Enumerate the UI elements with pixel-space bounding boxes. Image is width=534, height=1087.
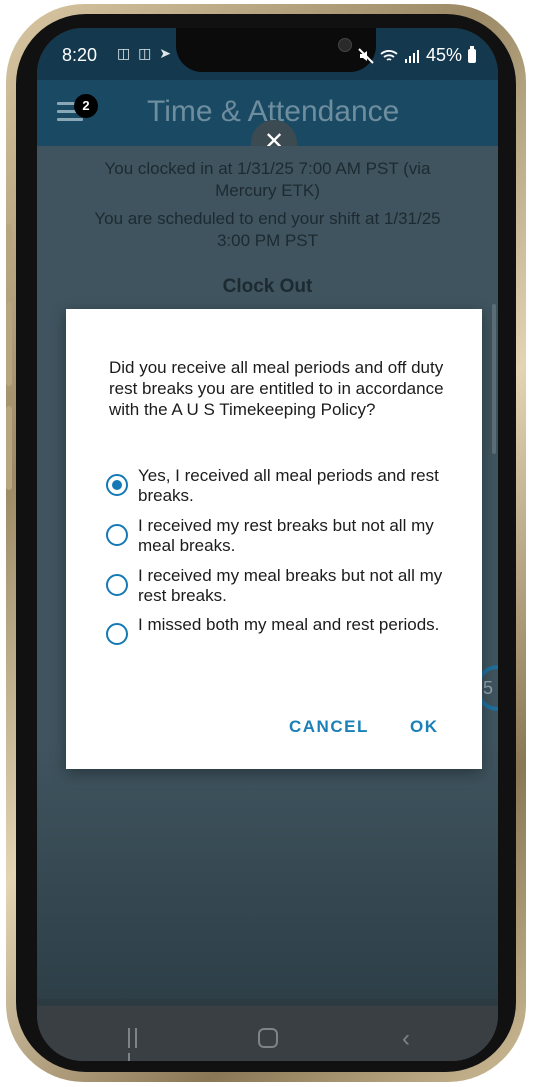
option-label: I received my rest breaks but not all my… [138, 516, 434, 555]
content-gradient [37, 746, 498, 1006]
scrollbar[interactable] [492, 304, 496, 454]
side-button [6, 224, 12, 266]
camera-notch [176, 28, 376, 72]
ok-button[interactable]: OK [410, 717, 439, 737]
radio-unselected-icon[interactable] [106, 524, 128, 546]
mute-icon [358, 47, 374, 64]
camera-icon [338, 38, 352, 52]
side-button [6, 302, 12, 386]
radio-unselected-icon[interactable] [106, 623, 128, 645]
notification-badge: 2 [74, 94, 98, 118]
radio-unselected-icon[interactable] [106, 574, 128, 596]
option-missed-both[interactable]: I missed both my meal and rest periods. [106, 615, 456, 645]
meal-break-dialog: Did you receive all meal periods and off… [66, 309, 482, 769]
radio-selected-icon[interactable] [106, 474, 128, 496]
option-missed-meal[interactable]: I received my rest breaks but not all my… [106, 516, 456, 556]
dialog-question: Did you receive all meal periods and off… [109, 358, 444, 419]
phone-screen: 8:20 ◫ ◫ ➤ • 45% 2 Time & Attendance ✕ Y… [37, 28, 498, 1061]
back-icon[interactable]: ‹ [402, 1025, 410, 1053]
clock-in-info: You clocked in at 1/31/25 7:00 AM PST (v… [104, 159, 431, 178]
clock-out-heading: Clock Out [222, 276, 313, 297]
option-label: I missed both my meal and rest periods. [138, 615, 440, 634]
app-bar: 2 Time & Attendance ✕ [37, 80, 498, 166]
recent-apps-icon[interactable] [128, 1028, 148, 1061]
option-missed-rest[interactable]: I received my meal breaks but not all my… [106, 566, 456, 606]
home-icon[interactable] [258, 1028, 278, 1048]
battery-percent: 45% [425, 45, 462, 65]
battery-icon [468, 45, 476, 63]
status-time: 8:20 [62, 45, 98, 65]
side-button [6, 406, 12, 490]
shift-end-time: 3:00 PM PST [216, 231, 319, 250]
signal-icon [404, 49, 419, 63]
cancel-button[interactable]: CANCEL [289, 717, 369, 737]
option-label: Yes, I received all meal periods and res… [138, 466, 439, 505]
system-nav-bar: ‹ [37, 999, 498, 1061]
status-right: 45% [358, 45, 476, 66]
shift-end-info: You are scheduled to end your shift at 1… [94, 209, 441, 228]
wifi-icon [380, 49, 398, 61]
option-label: I received my meal breaks but not all my… [138, 566, 443, 605]
status-bar: 8:20 ◫ ◫ ➤ • 45% [37, 28, 498, 80]
clock-in-source: Mercury ETK) [215, 181, 320, 200]
option-all-received[interactable]: Yes, I received all meal periods and res… [106, 466, 456, 506]
